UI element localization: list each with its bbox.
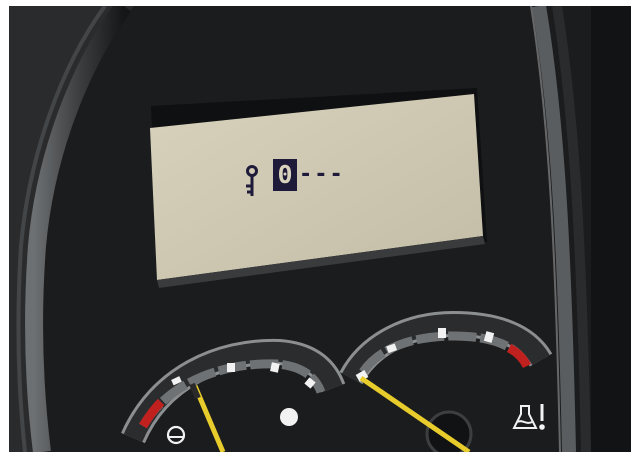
dashboard-photo: 0 --- <box>9 6 631 452</box>
temperature-tick <box>438 328 446 338</box>
full-circle-icon <box>280 408 298 426</box>
dashboard-panel <box>9 6 631 452</box>
fuel-tick <box>227 363 235 372</box>
